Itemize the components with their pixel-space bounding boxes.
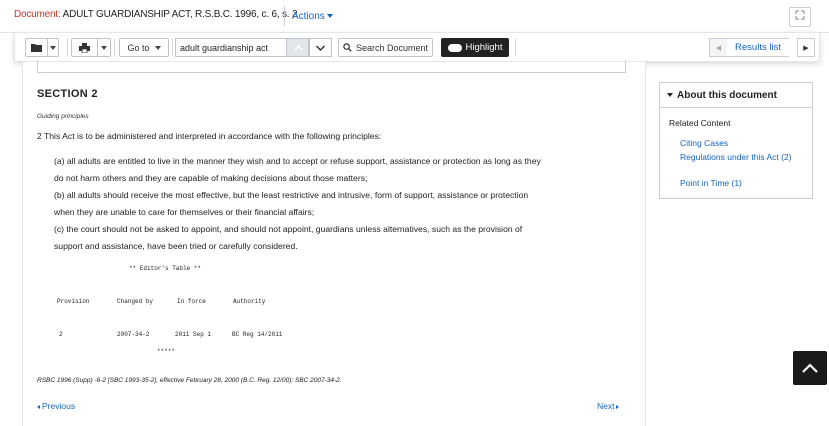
expand-icon xyxy=(795,10,805,20)
chevron-right-icon: ▶ xyxy=(803,44,809,52)
folder-icon xyxy=(26,39,47,56)
search-document-label: Search Document xyxy=(355,42,429,53)
top-bar: Document: ADULT GUARDIANSHIP ACT, R.S.B.… xyxy=(0,0,829,33)
point-in-time-link[interactable]: Point in Time (1) xyxy=(680,178,805,189)
previous-label: Previous xyxy=(42,401,76,411)
actions-label: Actions xyxy=(292,11,325,22)
folder-menu-button[interactable] xyxy=(25,38,59,57)
chevron-up-icon xyxy=(294,44,303,51)
about-panel-toggle[interactable]: About this document xyxy=(660,83,812,108)
table-cell-authority: BC Reg 14/2011 xyxy=(232,331,283,338)
goto-label: Go to xyxy=(127,42,150,53)
table-header-in-force: In force xyxy=(177,298,206,305)
toolbar-divider xyxy=(172,39,173,56)
previous-link[interactable]: Previous xyxy=(37,401,75,411)
expand-button[interactable] xyxy=(789,7,811,27)
table-cell-in-force: 2011 Sep 1 xyxy=(175,331,212,338)
table-cell-changed-by: 2007-34-2 xyxy=(117,331,150,338)
about-document-panel: About this document Related Content Citi… xyxy=(659,82,813,199)
toggle-icon xyxy=(447,43,462,52)
main-paragraph: 2 This Act is to be administered and int… xyxy=(37,131,382,141)
editors-table-title: ** Editor's Table ** xyxy=(129,265,202,272)
results-list-link[interactable]: Results list xyxy=(727,38,789,57)
table-header-authority: Authority xyxy=(233,298,266,305)
chevron-left-icon: ◀ xyxy=(715,44,722,52)
history-footnote: RSBC 1996 (Supp) -6-2 [SBC 1993-35-2], e… xyxy=(37,377,342,384)
toolbar-divider xyxy=(114,39,115,56)
table-cell-provision: 2 xyxy=(59,331,63,338)
principle-b-line-1: (b) all adults should receive the most e… xyxy=(54,190,529,200)
results-previous-button[interactable]: ◀ xyxy=(709,38,727,57)
goto-button[interactable]: Go to xyxy=(119,38,169,57)
chevron-down-icon xyxy=(47,39,58,56)
printer-icon xyxy=(72,39,97,56)
document-toolbar: Go to Search Document Highlight ◀ Result… xyxy=(14,32,820,62)
document-label: Document: xyxy=(14,9,61,20)
table-end-marker: ***** xyxy=(157,348,176,355)
section-title: SECTION 2 xyxy=(37,88,98,100)
chevron-down-icon xyxy=(326,14,333,19)
chevron-up-icon xyxy=(802,363,818,373)
chevron-down-icon xyxy=(315,45,326,52)
results-next-button[interactable]: ▶ xyxy=(797,38,815,57)
highlight-toggle[interactable]: Highlight xyxy=(441,38,509,57)
chevron-down-icon xyxy=(97,39,110,56)
next-link[interactable]: Next xyxy=(597,401,620,411)
highlight-label: Highlight xyxy=(465,42,503,53)
document-title: Document: ADULT GUARDIANSHIP ACT, R.S.B.… xyxy=(14,9,298,20)
table-header-provision: Provision xyxy=(57,298,90,305)
next-label: Next xyxy=(597,401,615,411)
principle-b-line-2: when they are unable to care for themsel… xyxy=(54,207,315,217)
actions-menu[interactable]: Actions xyxy=(284,6,333,26)
next-hit-button[interactable] xyxy=(309,38,332,57)
chevron-down-icon xyxy=(667,93,673,98)
related-content-label: Related Content xyxy=(669,118,731,128)
table-header-changed-by: Changed by xyxy=(117,298,154,305)
principle-a-line-1: (a) all adults are entitled to live in t… xyxy=(54,156,541,166)
principle-a-line-2: do not harm others and they are capable … xyxy=(54,173,368,183)
principle-c-line-1: (c) the court should not be asked to app… xyxy=(54,224,523,234)
chevron-left-icon xyxy=(37,404,40,409)
toolbar-divider xyxy=(67,39,68,56)
print-menu-button[interactable] xyxy=(71,38,111,57)
section-heading: Guiding principles xyxy=(37,113,89,120)
principle-c-line-2: support and assistance, have been tried … xyxy=(54,241,298,251)
regulations-link[interactable]: Regulations under this Act (2) xyxy=(680,152,805,163)
search-document-button[interactable]: Search Document xyxy=(338,38,433,57)
about-title: About this document xyxy=(677,90,777,101)
search-input[interactable] xyxy=(175,38,286,57)
back-to-top-button[interactable] xyxy=(793,351,827,385)
previous-section-box xyxy=(37,60,626,73)
document-content: SECTION 2 Guiding principles 2 This Act … xyxy=(22,60,646,426)
chevron-right-icon xyxy=(616,404,620,409)
chevron-down-icon xyxy=(154,45,161,50)
toolbar-divider xyxy=(515,39,516,56)
document-title-text: ADULT GUARDIANSHIP ACT, R.S.B.C. 1996, c… xyxy=(62,9,298,20)
previous-hit-button[interactable] xyxy=(286,38,309,57)
search-icon xyxy=(343,43,352,52)
citing-cases-link[interactable]: Citing Cases xyxy=(680,138,805,149)
